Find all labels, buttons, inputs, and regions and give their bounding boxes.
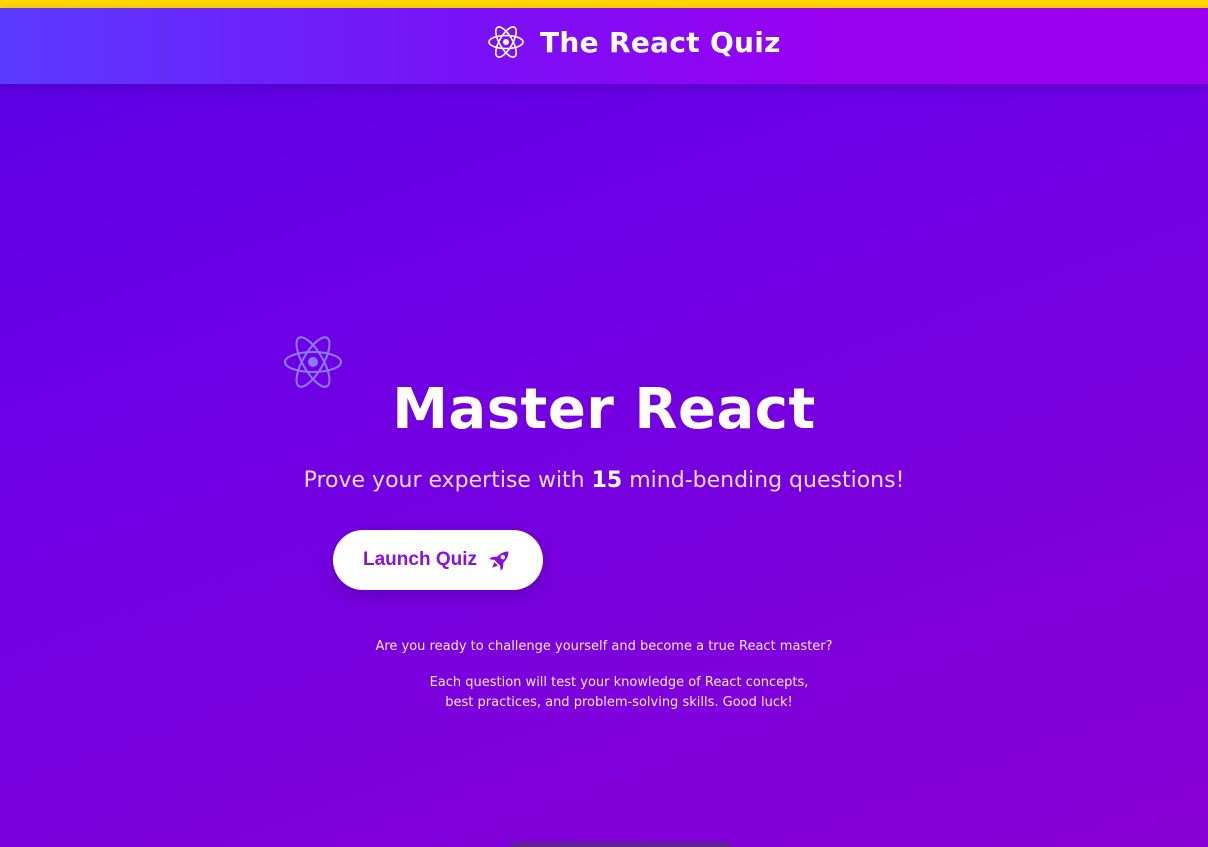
question-count: 15 <box>591 468 623 493</box>
bottom-pill-indicator <box>510 842 732 847</box>
description-details: Each question will test your knowledge o… <box>429 675 809 710</box>
launch-quiz-label: Launch Quiz <box>363 549 477 570</box>
launch-quiz-button[interactable]: Launch Quiz <box>333 530 543 590</box>
subtitle-suffix: mind-bending questions! <box>622 468 905 493</box>
subtitle-prefix: Prove your expertise with <box>303 468 592 493</box>
header-brand: The React Quiz <box>486 22 781 62</box>
rocket-icon <box>489 551 509 571</box>
app-title: The React Quiz <box>540 25 781 59</box>
app-header: The React Quiz <box>0 8 1208 84</box>
hero-title: Master React <box>392 377 816 442</box>
top-accent-strip <box>0 0 1208 8</box>
react-atom-icon <box>488 26 524 58</box>
hero-subtitle: Prove your expertise with 15 mind-bendin… <box>0 466 1208 496</box>
description-intro: Are you ready to challenge yourself and … <box>375 639 833 654</box>
